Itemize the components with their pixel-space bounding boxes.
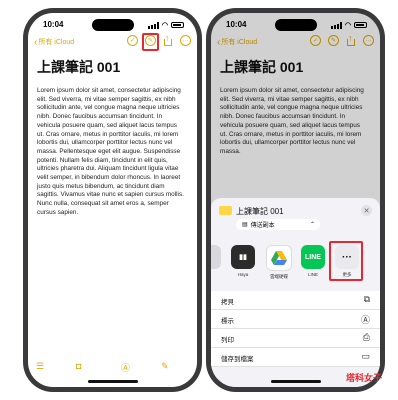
print-icon: ⎙ <box>362 332 370 342</box>
line-app-icon: LINE <box>301 245 325 269</box>
close-icon: ✕ <box>363 207 370 215</box>
app-label: 雲端硬碟 <box>270 274 288 279</box>
back-button[interactable]: ‹ 所有 iCloud <box>34 37 74 47</box>
right-phone: 10:04 ◠ ‹ 所有 iCloud ✓ ✎ ··· 上課筆記 001 Lor… <box>206 8 385 392</box>
collaboration-select[interactable]: ▤ 傳送副本 ⌃ <box>236 219 320 230</box>
more-button-highlight <box>329 241 363 281</box>
note-body[interactable]: Lorem ipsum dolor sit amet, consectetur … <box>37 87 185 218</box>
google-drive-icon <box>266 245 292 271</box>
action-markup[interactable]: 標示 Ⓐ <box>211 310 380 329</box>
home-indicator <box>87 380 138 383</box>
markup-pen-icon[interactable]: Ⓐ <box>121 361 130 374</box>
camera-icon[interactable]: ◘ <box>76 361 81 371</box>
action-label: 儲存到檔案 <box>221 356 254 363</box>
chevron-updown-icon: ⌃ <box>309 222 315 228</box>
action-print[interactable]: 列印 ⎙ <box>211 329 380 348</box>
home-indicator <box>270 380 321 383</box>
document-icon: ▤ <box>242 222 248 228</box>
checklist-format-icon[interactable]: ☰ <box>36 361 44 372</box>
compose-icon[interactable]: ✎ <box>161 361 169 372</box>
right-screen: 10:04 ◠ ‹ 所有 iCloud ✓ ✎ ··· 上課筆記 001 Lor… <box>211 13 380 387</box>
app-haya[interactable]: ▮▮ Haya <box>229 245 257 277</box>
app-label: Haya <box>237 272 249 277</box>
chevron-left-icon: ‹ <box>34 36 38 48</box>
copy-icon: ⧉ <box>363 294 370 304</box>
haya-app-icon: ▮▮ <box>231 245 255 269</box>
share-sheet-header: 上課筆記 001 ▤ 傳送副本 ⌃ ✕ <box>219 205 372 239</box>
action-save-to-files[interactable]: 儲存到檔案 ▭ <box>211 348 380 367</box>
action-label: 拷貝 <box>221 299 234 306</box>
back-label: 所有 iCloud <box>38 39 75 46</box>
share-sheet: 上課筆記 001 ▤ 傳送副本 ⌃ ✕ ▮▮ Haya 雲端硬碟 LINE LI… <box>211 198 380 387</box>
markup-icon: Ⓐ <box>360 315 370 325</box>
action-label: 標示 <box>221 318 234 325</box>
note-thumbnail-icon <box>219 206 232 215</box>
bottom-toolbar: ☰ ◘ Ⓐ ✎ <box>36 361 189 373</box>
app-google-drive[interactable]: 雲端硬碟 <box>265 245 293 280</box>
cellular-signal-icon <box>147 21 159 29</box>
dynamic-island <box>274 19 317 31</box>
more-icon[interactable]: ··· <box>180 35 191 46</box>
note-title[interactable]: 上課筆記 001 <box>37 57 120 77</box>
watermark-logo: 塔科女子 <box>345 373 382 383</box>
left-screen: 10:04 ◠ ‹ 所有 iCloud ✓ ✎ ··· 上課筆記 001 Lor… <box>28 13 197 387</box>
app-line[interactable]: LINE LINE <box>299 245 327 277</box>
checklist-icon[interactable]: ✓ <box>127 35 138 46</box>
app-partial[interactable] <box>211 245 223 269</box>
status-time: 10:04 <box>43 20 64 29</box>
left-phone: 10:04 ◠ ‹ 所有 iCloud ✓ ✎ ··· 上課筆記 001 Lor… <box>23 8 202 392</box>
close-button[interactable]: ✕ <box>361 205 372 216</box>
share-button-highlight <box>142 33 159 51</box>
action-copy[interactable]: 拷貝 ⧉ <box>211 291 380 310</box>
dynamic-island <box>91 19 134 31</box>
folder-icon: ▭ <box>361 351 370 361</box>
action-label: 列印 <box>221 337 234 344</box>
wifi-icon: ◠ <box>161 22 168 29</box>
collab-label: 傳送副本 <box>250 223 275 229</box>
app-label: LINE <box>307 272 318 277</box>
share-icon[interactable] <box>163 33 173 46</box>
notes-toolbar: ‹ 所有 iCloud ✓ ✎ ··· <box>34 33 191 49</box>
battery-icon <box>171 22 184 28</box>
share-sheet-title: 上課筆記 001 <box>236 207 284 216</box>
